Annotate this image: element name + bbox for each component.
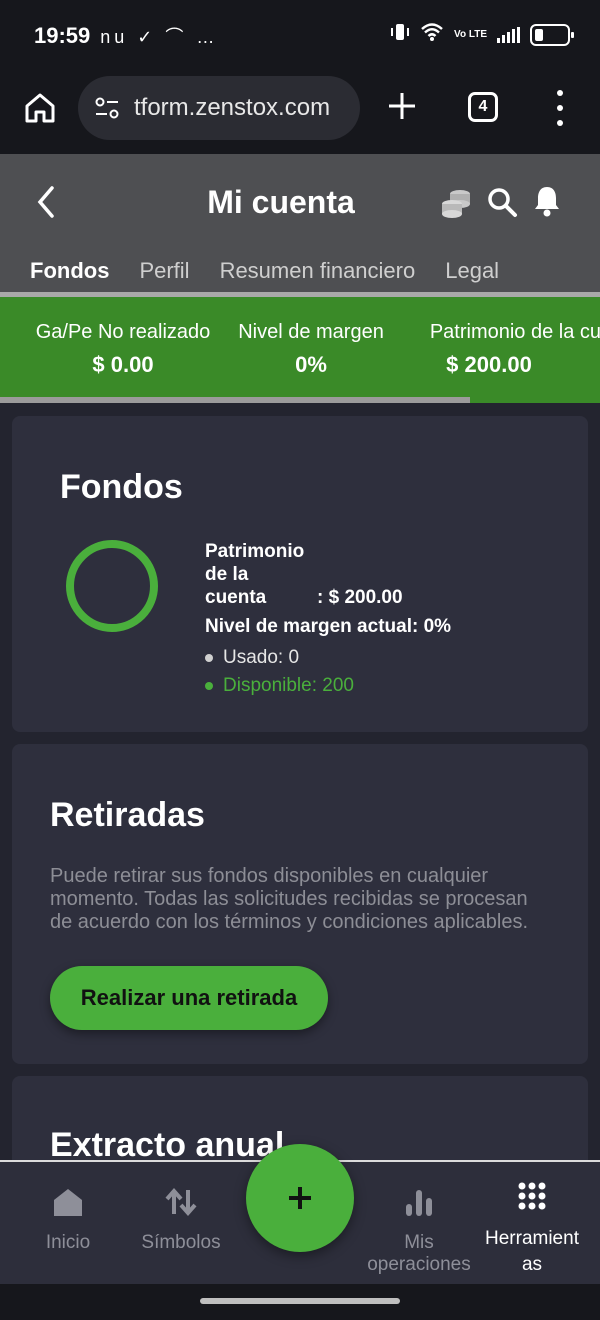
browser-menu-button[interactable] xyxy=(552,90,568,126)
browser-home-button[interactable] xyxy=(22,90,58,126)
equity-label-line2: de la xyxy=(205,564,249,585)
tab-legal[interactable]: Legal xyxy=(445,258,499,284)
metric-value: $ 200.00 xyxy=(446,352,532,377)
metric-value: $ 0.00 xyxy=(92,352,154,377)
plus-icon xyxy=(389,93,415,119)
tab-perfil[interactable]: Perfil xyxy=(139,258,189,284)
funds-info: Patrimonio de la cuenta : $ 200.00 Nivel… xyxy=(205,540,451,638)
tab-fondos[interactable]: Fondos xyxy=(30,258,109,284)
metrics-strip[interactable]: Ga/Pe No realizado $ 0.00 Nivel de marge… xyxy=(0,297,600,403)
equity-label-line3: cuenta xyxy=(205,587,267,608)
battery-icon xyxy=(530,23,574,46)
bell-icon[interactable] xyxy=(532,184,562,218)
signal-icon xyxy=(497,26,520,43)
used-value: Usado: 0 xyxy=(223,647,300,668)
nav-label: Herramientas xyxy=(485,1228,579,1275)
browser-toolbar: tform.zenstox.com 4 xyxy=(0,72,600,154)
address-bar[interactable]: tform.zenstox.com xyxy=(78,76,360,140)
new-tab-button[interactable] xyxy=(384,90,420,126)
fondos-title: Fondos xyxy=(60,468,183,506)
nav-herramientas[interactable]: Herramientas xyxy=(482,1162,582,1278)
nav-label: Símbolos xyxy=(141,1232,221,1253)
nav-inicio[interactable]: Inicio xyxy=(28,1162,108,1254)
margin-level-current: Nivel de margen actual: 0% xyxy=(205,616,452,637)
grid-icon xyxy=(518,1182,546,1210)
equity-value: : $ 200.00 xyxy=(317,587,403,608)
swap-arrows-icon xyxy=(165,1187,197,1217)
vibrate-icon xyxy=(390,22,410,47)
metric-label: Nivel de margen xyxy=(238,321,384,343)
status-bar: 19:59 nu ✓ ⌒ … Vo LTE xyxy=(0,0,600,72)
home-indicator[interactable] xyxy=(200,1298,400,1304)
page-title: Mi cuenta xyxy=(207,184,355,220)
metric-margin-level: Nivel de margen 0% xyxy=(230,321,392,378)
metric-value: 0% xyxy=(295,352,327,377)
metric-unrealized-pl: Ga/Pe No realizado $ 0.00 xyxy=(28,321,218,378)
retiradas-title: Retiradas xyxy=(50,796,205,834)
notification-icons: nu ✓ ⌒ … xyxy=(100,27,219,47)
status-icons: Vo LTE xyxy=(390,22,574,47)
account-tabs: Fondos Perfil Resumen financiero Legal xyxy=(0,258,600,284)
equity-label-line1: Patrimonio xyxy=(205,541,305,562)
nav-label: Mis operaciones xyxy=(367,1232,471,1275)
nav-label: Inicio xyxy=(45,1232,91,1253)
nav-simbolos[interactable]: Símbolos xyxy=(136,1162,226,1254)
metric-label: Ga/Pe No realizado xyxy=(35,321,211,343)
used-dot xyxy=(205,653,213,662)
status-time: 19:59 xyxy=(34,23,91,48)
fondos-card: Fondos Patrimonio de la cuenta : $ 200.0… xyxy=(12,416,588,732)
wifi-icon xyxy=(420,22,444,47)
metric-account-equity: Patrimonio de la cue $ 200.00 xyxy=(406,321,600,378)
nav-mis-operaciones[interactable]: Mis operaciones xyxy=(360,1162,478,1276)
site-settings-icon[interactable] xyxy=(94,96,120,120)
system-nav-bar xyxy=(0,1284,600,1320)
retiradas-card: Retiradas Puede retirar sus fondos dispo… xyxy=(12,744,588,1064)
retiradas-description: Puede retirar sus fondos disponibles en … xyxy=(50,865,529,933)
bar-chart-icon xyxy=(406,1190,432,1216)
home-icon xyxy=(25,93,55,123)
app-header: Mi cuenta Fondos Perfil Resumen financie… xyxy=(0,154,600,296)
home-icon xyxy=(54,1189,82,1216)
funds-legend: Usado: 0 Disponible: 200 xyxy=(205,644,354,700)
tab-resumen-financiero[interactable]: Resumen financiero xyxy=(220,258,416,284)
coins-icon[interactable] xyxy=(438,184,474,220)
url-text: tform.zenstox.com xyxy=(134,94,331,121)
new-trade-fab[interactable] xyxy=(246,1144,354,1252)
metric-label: Patrimonio de la cue xyxy=(429,321,600,343)
funds-donut-chart xyxy=(66,540,158,632)
tab-switcher-button[interactable]: 4 xyxy=(468,92,498,122)
available-dot xyxy=(205,681,213,690)
scroll-indicator xyxy=(0,397,470,403)
search-icon[interactable] xyxy=(486,186,518,218)
available-value: Disponible: 200 xyxy=(223,675,354,696)
withdraw-button[interactable]: Realizar una retirada xyxy=(50,966,328,1030)
lte-indicator: Vo LTE xyxy=(454,28,487,40)
plus-icon xyxy=(289,1187,311,1209)
